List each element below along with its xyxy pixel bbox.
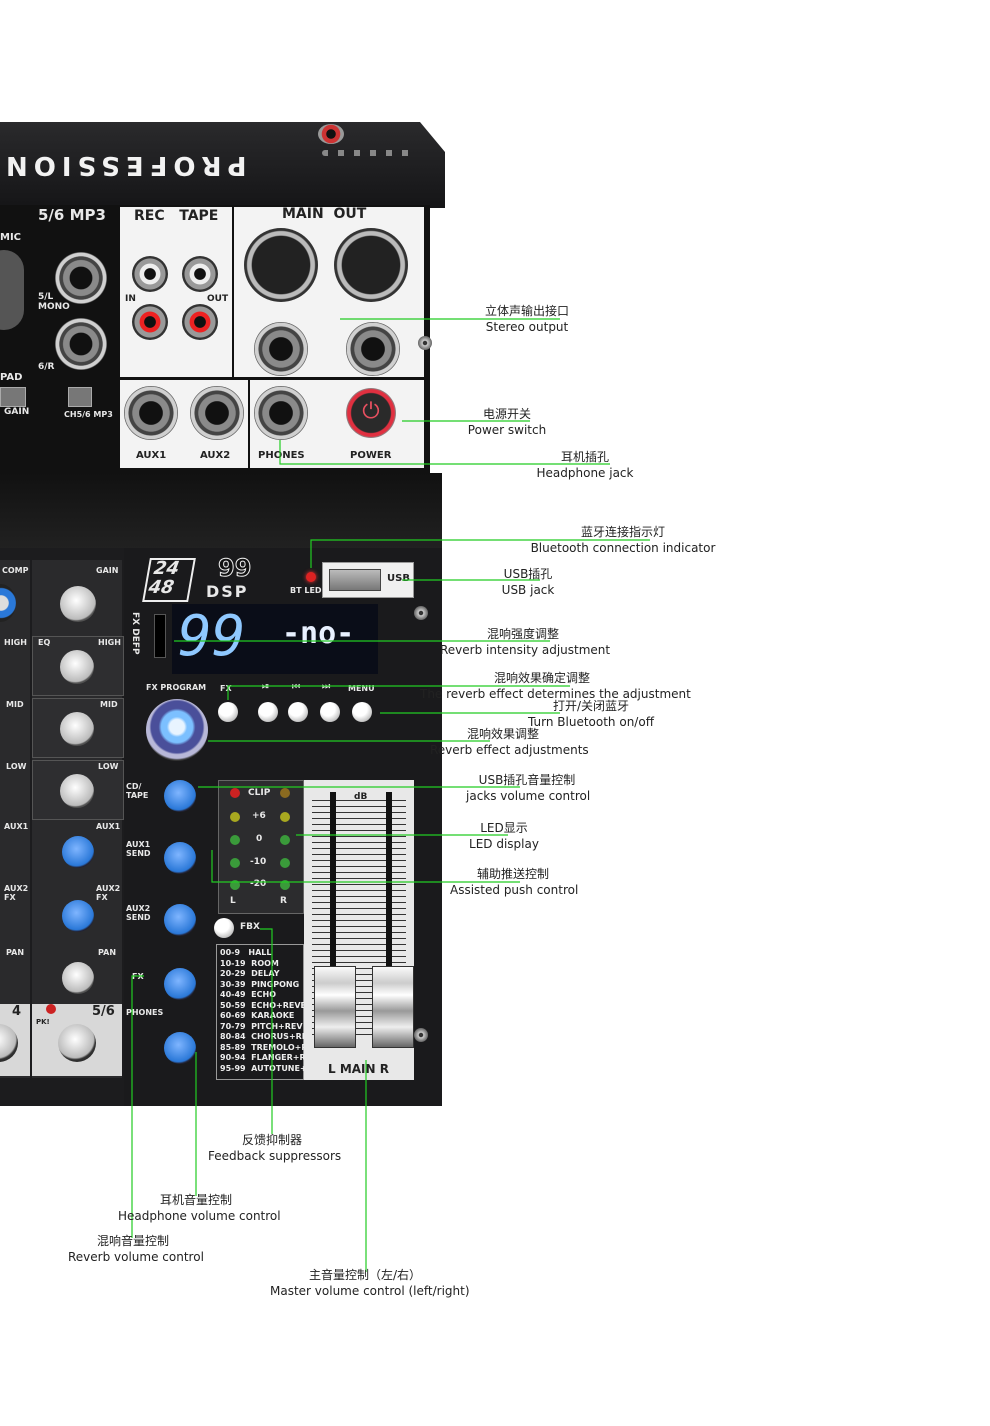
callout-en: Headphone volume control <box>118 1209 281 1223</box>
callout-en: Reverb intensity adjustment <box>440 643 611 657</box>
callout-cn: 耳机插孔 <box>560 450 609 464</box>
callout-cn: 混响强度调整 <box>486 627 559 641</box>
callout-en: Power switch <box>467 423 547 437</box>
callout-cn: USB插孔 <box>503 567 553 581</box>
callout-assisted-push: 辅助推送控制 Assisted push control <box>450 866 579 898</box>
callout-cn: 电源开关 <box>482 407 531 421</box>
callout-usb-jack: USB插孔 USB jack <box>488 566 568 598</box>
callout-en: Bluetooth connection indicator <box>530 541 716 555</box>
callout-headphone-jack: 耳机插孔 Headphone jack <box>525 449 645 481</box>
callout-bt-indicator: 蓝牙连接指示灯 Bluetooth connection indicator <box>530 524 716 556</box>
callout-cn: USB插孔音量控制 <box>478 773 576 787</box>
callout-usb-volume: USB插孔音量控制 jacks volume control <box>466 772 591 804</box>
callout-led-display: LED显示 LED display <box>468 820 540 852</box>
callout-en: Assisted push control <box>450 883 579 897</box>
callout-reverb-effect: 混响效果调整 Reverb effect adjustments <box>430 726 589 758</box>
callout-cn: 主音量控制（左/右） <box>308 1268 422 1282</box>
callout-power-switch: 电源开关 Power switch <box>450 406 564 438</box>
callout-en: Reverb effect adjustments <box>430 743 589 757</box>
callout-reverb-volume: 混响音量控制 Reverb volume control <box>68 1233 204 1265</box>
callout-cn: 反馈抑制器 <box>241 1133 302 1147</box>
callout-master-volume: 主音量控制（左/右） Master volume control (left/ri… <box>270 1267 470 1299</box>
callout-cn: 耳机音量控制 <box>159 1193 232 1207</box>
callout-en: Stereo output <box>485 320 569 334</box>
callout-cn: 蓝牙连接指示灯 <box>580 525 665 539</box>
callout-cn: 打开/关闭蓝牙 <box>552 699 630 713</box>
callout-reverb-intensity: 混响强度调整 Reverb intensity adjustment <box>440 626 611 658</box>
callout-en: Headphone jack <box>536 466 634 480</box>
callout-en: jacks volume control <box>466 789 591 803</box>
callout-en: Master volume control (left/right) <box>270 1284 470 1298</box>
callout-cn: 混响效果确定调整 <box>493 671 590 685</box>
callout-en: Reverb volume control <box>68 1250 204 1264</box>
product-page: { "panel": { "brand_top": "PROFESSION", … <box>0 0 990 1426</box>
callout-en: USB jack <box>501 583 555 597</box>
callout-headphone-volume: 耳机音量控制 Headphone volume control <box>118 1192 281 1224</box>
callout-cn: 立体声输出接口 <box>484 304 569 318</box>
callout-cn: 辅助推送控制 <box>476 867 549 881</box>
line-feedback <box>260 928 273 1134</box>
callout-cn: LED显示 <box>480 821 528 835</box>
callout-stereo-output: 立体声输出接口 Stereo output <box>465 303 589 335</box>
callout-en: Feedback suppressors <box>208 1149 342 1163</box>
callout-feedback: 反馈抑制器 Feedback suppressors <box>208 1132 342 1164</box>
callout-cn: 混响效果调整 <box>466 727 539 741</box>
callout-en: LED display <box>469 837 539 851</box>
callout-cn: 混响音量控制 <box>96 1234 169 1248</box>
